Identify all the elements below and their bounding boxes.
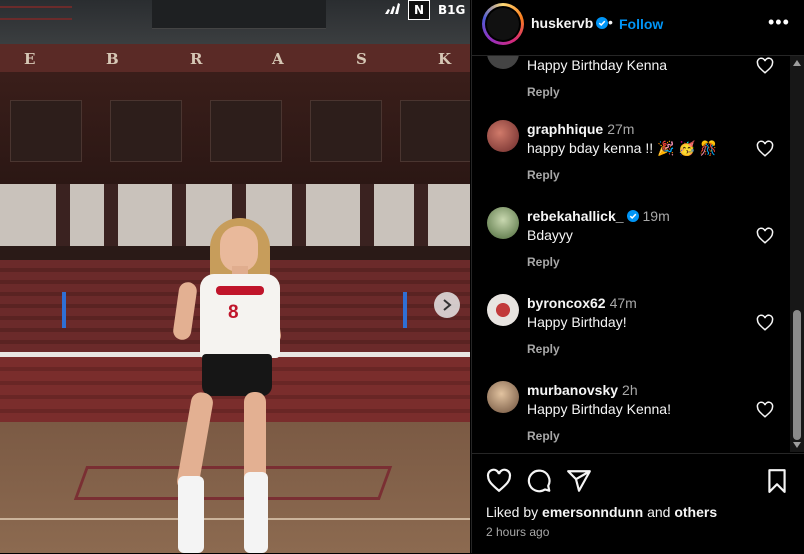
- photo-logos: N B1G: [384, 0, 465, 20]
- big-ten-logo: B1G: [438, 3, 466, 17]
- comment-text: Happy Birthday Kenna!: [527, 401, 671, 417]
- liked-by-prefix: Liked by: [486, 504, 539, 520]
- comment-avatar[interactable]: [487, 56, 519, 69]
- player-sock: [244, 472, 268, 553]
- comment-bubble-icon[interactable]: [526, 468, 552, 494]
- liked-by-user-link[interactable]: emersonndunn: [542, 504, 643, 520]
- verified-badge-icon: [626, 210, 639, 222]
- nebraska-n-logo: N: [408, 0, 430, 20]
- liked-by-others-link[interactable]: others: [674, 504, 717, 520]
- jersey-number: 8: [228, 302, 239, 323]
- comment-time: 19m: [642, 208, 670, 224]
- comment-username[interactable]: byroncox62: [527, 295, 606, 311]
- player-figure: 8: [0, 0, 470, 553]
- chevron-right-icon: [443, 299, 452, 311]
- like-heart-icon[interactable]: [756, 140, 774, 158]
- comment-avatar[interactable]: [487, 120, 519, 152]
- reply-button[interactable]: Reply: [527, 342, 560, 356]
- comment-avatar[interactable]: [487, 381, 519, 413]
- comment-time: 27m: [607, 121, 635, 137]
- comment-username[interactable]: rebekahallick_: [527, 208, 624, 224]
- post-side-panel: huskervb • Follow ••• Happy Birthday Ken…: [471, 0, 804, 553]
- scroll-up-arrow-icon[interactable]: [793, 60, 801, 66]
- comment-text: Happy Birthday!: [527, 314, 627, 330]
- reply-button[interactable]: Reply: [527, 429, 560, 443]
- jersey-script: [216, 286, 264, 295]
- comments-scrollbar[interactable]: [790, 56, 804, 452]
- player-arm: [172, 281, 198, 341]
- comment-avatar[interactable]: [487, 294, 519, 326]
- scroll-down-arrow-icon[interactable]: [793, 442, 801, 448]
- post-actions: Liked by emersonndunn and others 2 hours…: [472, 453, 804, 554]
- like-heart-icon[interactable]: [756, 401, 774, 419]
- bookmark-icon[interactable]: [764, 468, 790, 494]
- liked-by-and: and: [647, 504, 671, 520]
- post-photo: E B R A S K 8 N B1G: [0, 0, 470, 553]
- comment-time: 47m: [609, 295, 637, 311]
- account-username[interactable]: huskervb: [531, 15, 609, 31]
- share-paper-plane-icon[interactable]: [566, 468, 592, 494]
- comment-item: rebekahallick_ 19m Bdayyy Reply: [472, 203, 788, 290]
- reply-button[interactable]: Reply: [527, 255, 560, 269]
- like-heart-icon[interactable]: [756, 314, 774, 332]
- comment-username[interactable]: murbanovsky: [527, 382, 618, 398]
- adidas-logo-icon: [384, 2, 400, 18]
- comment-text: Happy Birthday Kenna: [527, 57, 668, 73]
- comment-item: byroncox62 47m Happy Birthday! Reply: [472, 290, 788, 377]
- like-heart-icon[interactable]: [486, 468, 512, 494]
- follow-button[interactable]: Follow: [619, 16, 663, 32]
- player-sock: [178, 476, 204, 553]
- comment-time: 2h: [622, 382, 638, 398]
- comment-avatar[interactable]: [487, 207, 519, 239]
- next-photo-button[interactable]: [434, 292, 460, 318]
- player-jersey: 8: [200, 274, 280, 358]
- scrollbar-thumb[interactable]: [793, 310, 801, 440]
- reply-button[interactable]: Reply: [527, 168, 560, 182]
- post-header: huskervb • Follow •••: [472, 0, 804, 56]
- comment-item: graphhique 27m happy bday kenna !! 🎉 🥳 🎊 …: [472, 116, 788, 203]
- more-options-button[interactable]: •••: [768, 12, 790, 33]
- post-timestamp[interactable]: 2 hours ago: [486, 525, 549, 539]
- comment-username[interactable]: graphhique: [527, 121, 603, 137]
- header-separator: •: [608, 14, 613, 30]
- comments-list: Happy Birthday Kenna Reply graphhique 27m…: [472, 56, 788, 452]
- comment-item: murbanovsky 2h Happy Birthday Kenna! Repl…: [472, 377, 788, 452]
- comment-item: Happy Birthday Kenna Reply: [472, 56, 788, 120]
- player-shorts: [202, 354, 272, 396]
- verified-badge-icon: [596, 17, 609, 29]
- comment-text: Bdayyy: [527, 227, 573, 243]
- like-heart-icon[interactable]: [756, 57, 774, 75]
- like-heart-icon[interactable]: [756, 227, 774, 245]
- liked-by-summary: Liked by emersonndunn and others: [486, 504, 717, 520]
- reply-button[interactable]: Reply: [527, 85, 560, 99]
- comment-text: happy bday kenna !! 🎉 🥳 🎊: [527, 140, 718, 156]
- account-avatar[interactable]: [482, 3, 524, 45]
